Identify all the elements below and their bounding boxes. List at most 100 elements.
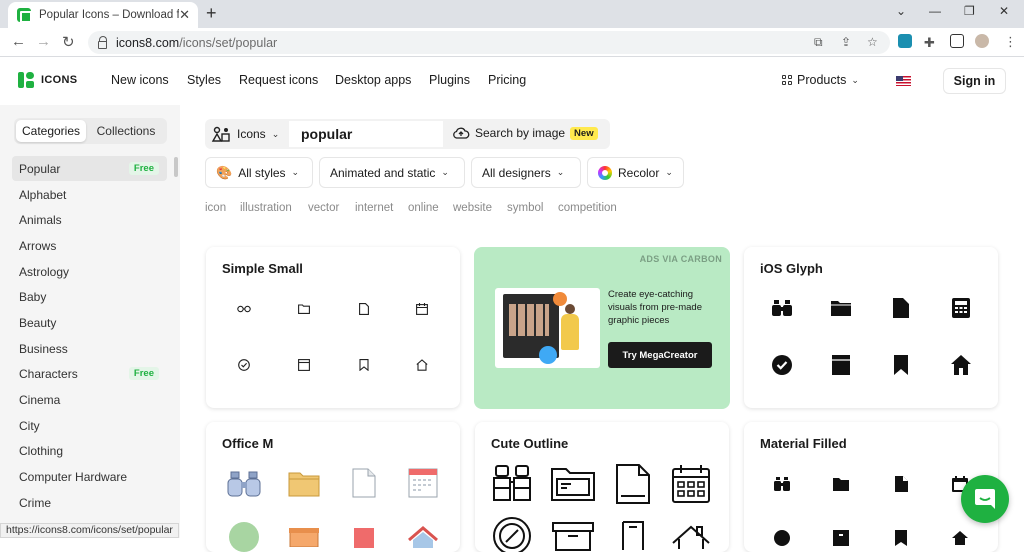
chat-support-button[interactable] <box>961 475 1009 523</box>
chevron-down-icon: ⌄ <box>291 167 300 177</box>
puzzle-extensions-icon[interactable]: ✚ <box>924 35 935 51</box>
nav-styles[interactable]: Styles <box>187 73 221 87</box>
minimize-icon[interactable]: — <box>929 4 941 18</box>
sidebar-item-label: Baby <box>19 289 47 304</box>
icon-pack-card-material-filled[interactable]: Material Filled <box>744 422 998 552</box>
sidebar-item-popular[interactable]: Popular Free <box>12 156 167 181</box>
sidebar-item-cinema[interactable]: Cinema <box>12 387 167 412</box>
sidebar-item-business[interactable]: Business <box>12 336 167 361</box>
free-badge: Free <box>128 162 159 175</box>
archive-box-icon <box>551 520 595 552</box>
home-icon <box>405 522 441 552</box>
carbon-ad[interactable]: ADS VIA CARBON Create eye-catching visua… <box>474 247 730 409</box>
designers-filter[interactable]: All designers ⌄ <box>471 157 581 188</box>
close-window-icon[interactable]: ✕ <box>999 4 1009 18</box>
free-badge: Free <box>128 367 159 380</box>
chevron-down-icon[interactable]: ⌄ <box>896 4 906 18</box>
nav-new-icons[interactable]: New icons <box>111 73 169 87</box>
tab-collections[interactable]: Collections <box>88 120 164 142</box>
share-icon[interactable]: ⇪ <box>841 35 851 49</box>
sidebar-item-label: Cinema <box>19 392 61 407</box>
sidebar-item-animals[interactable]: Animals <box>12 207 167 232</box>
icon-pack-card-office-m[interactable]: Office M <box>206 422 460 552</box>
sidebar-item-characters[interactable]: Characters Free <box>12 361 167 386</box>
icon-pack-card-cute-outline[interactable]: Cute Outline <box>475 422 729 552</box>
address-toolbar: ← → ↻ icons8.com/icons/set/popular ⧉ ⇪ ☆… <box>0 28 1024 57</box>
lock-icon[interactable] <box>98 35 107 49</box>
tag-link[interactable]: online <box>408 202 439 214</box>
translate-icon[interactable]: ⧉ <box>814 35 823 50</box>
search-by-image-button[interactable]: Search by image New <box>452 126 598 140</box>
sidebar-item-crime[interactable]: Crime <box>12 490 167 515</box>
sidebar-item-clothing[interactable]: Clothing <box>12 438 167 463</box>
status-bar-url: https://icons8.com/icons/set/popular <box>0 523 179 538</box>
tag-link[interactable]: icon <box>205 202 226 214</box>
binoculars-icon <box>226 468 262 500</box>
new-tab-icon[interactable]: + <box>206 3 217 24</box>
nav-plugins[interactable]: Plugins <box>429 73 470 87</box>
glasses-icon <box>235 302 253 316</box>
tag-link[interactable]: internet <box>355 202 393 214</box>
restore-icon[interactable]: ❐ <box>964 4 975 18</box>
sidebar-item-city[interactable]: City <box>12 413 167 438</box>
folder-icon <box>295 302 313 316</box>
products-menu[interactable]: Products ⌄ <box>782 73 859 87</box>
chevron-down-icon: ⌄ <box>556 167 565 177</box>
sidebar-item-alphabet[interactable]: Alphabet <box>12 182 167 207</box>
check-circle-icon <box>771 354 793 376</box>
extension-s-icon[interactable] <box>898 34 912 48</box>
sign-in-button[interactable]: Sign in <box>943 68 1006 94</box>
sidebar-scrollbar[interactable] <box>174 157 178 177</box>
url-path: /icons/set/popular <box>179 35 278 50</box>
nav-desktop-apps[interactable]: Desktop apps <box>335 73 411 87</box>
reload-icon[interactable]: ↻ <box>62 33 75 51</box>
recolor-filter-label: Recolor <box>618 165 660 180</box>
back-icon[interactable]: ← <box>11 33 26 50</box>
search-input[interactable] <box>289 121 443 147</box>
nav-request-icons[interactable]: Request icons <box>239 73 318 87</box>
tag-link[interactable]: vector <box>308 202 339 214</box>
bookmark-star-icon[interactable]: ☆ <box>867 35 878 49</box>
try-megacreator-button[interactable]: Try MegaCreator <box>608 342 712 368</box>
sidebar-item-label: Arrows <box>19 238 57 253</box>
nav-pricing[interactable]: Pricing <box>488 73 526 87</box>
document-icon <box>613 464 653 504</box>
us-flag-icon[interactable] <box>896 76 911 86</box>
icon-pack-card-ios-glyph[interactable]: iOS Glyph <box>744 247 998 408</box>
archive-box-icon <box>295 358 313 372</box>
sidebar-item-label: Beauty <box>19 315 57 330</box>
binoculars-icon <box>772 474 792 494</box>
sidebar-item-baby[interactable]: Baby <box>12 284 167 309</box>
recolor-filter[interactable]: Recolor ⌄ <box>587 157 684 188</box>
icons8-logo[interactable]: ICONS <box>18 72 77 88</box>
sidebar-item-beauty[interactable]: Beauty <box>12 310 167 335</box>
sidebar-item-astrology[interactable]: Astrology <box>12 259 167 284</box>
archive-box-icon <box>286 522 322 552</box>
bookmark-icon <box>346 522 382 552</box>
tag-link[interactable]: competition <box>558 202 617 214</box>
forward-icon[interactable]: → <box>36 33 51 50</box>
menu-kebab-icon[interactable]: ⋮ <box>1004 34 1017 50</box>
browser-tab[interactable]: Popular Icons – Download for Free ✕ <box>8 2 198 28</box>
sidebar-item-label: Business <box>19 341 68 356</box>
tag-link[interactable]: illustration <box>240 202 292 214</box>
check-circle-icon <box>772 528 792 548</box>
side-panel-icon[interactable] <box>950 34 964 48</box>
sidebar-item-label: Astrology <box>19 264 70 279</box>
bookmark-icon <box>891 528 911 548</box>
tab-categories[interactable]: Categories <box>16 120 86 142</box>
tag-link[interactable]: website <box>453 202 492 214</box>
styles-filter[interactable]: 🎨 All styles ⌄ <box>205 157 313 188</box>
sidebar-item-arrows[interactable]: Arrows <box>12 233 167 258</box>
binoculars-icon <box>771 297 793 319</box>
sidebar-item-computer-hardware[interactable]: Computer Hardware <box>12 464 167 489</box>
search-type-dropdown[interactable]: Icons ⌄ <box>211 126 279 142</box>
icon-pack-card-simple-small[interactable]: Simple Small <box>206 247 460 408</box>
calendar-icon <box>671 464 711 504</box>
check-circle-icon <box>491 517 533 552</box>
profile-avatar[interactable] <box>975 34 989 48</box>
url-field[interactable]: icons8.com/icons/set/popular ⧉ ⇪ ☆ <box>88 31 890 54</box>
tag-link[interactable]: symbol <box>507 202 543 214</box>
close-tab-icon[interactable]: ✕ <box>179 7 190 23</box>
animation-filter[interactable]: Animated and static ⌄ <box>319 157 465 188</box>
